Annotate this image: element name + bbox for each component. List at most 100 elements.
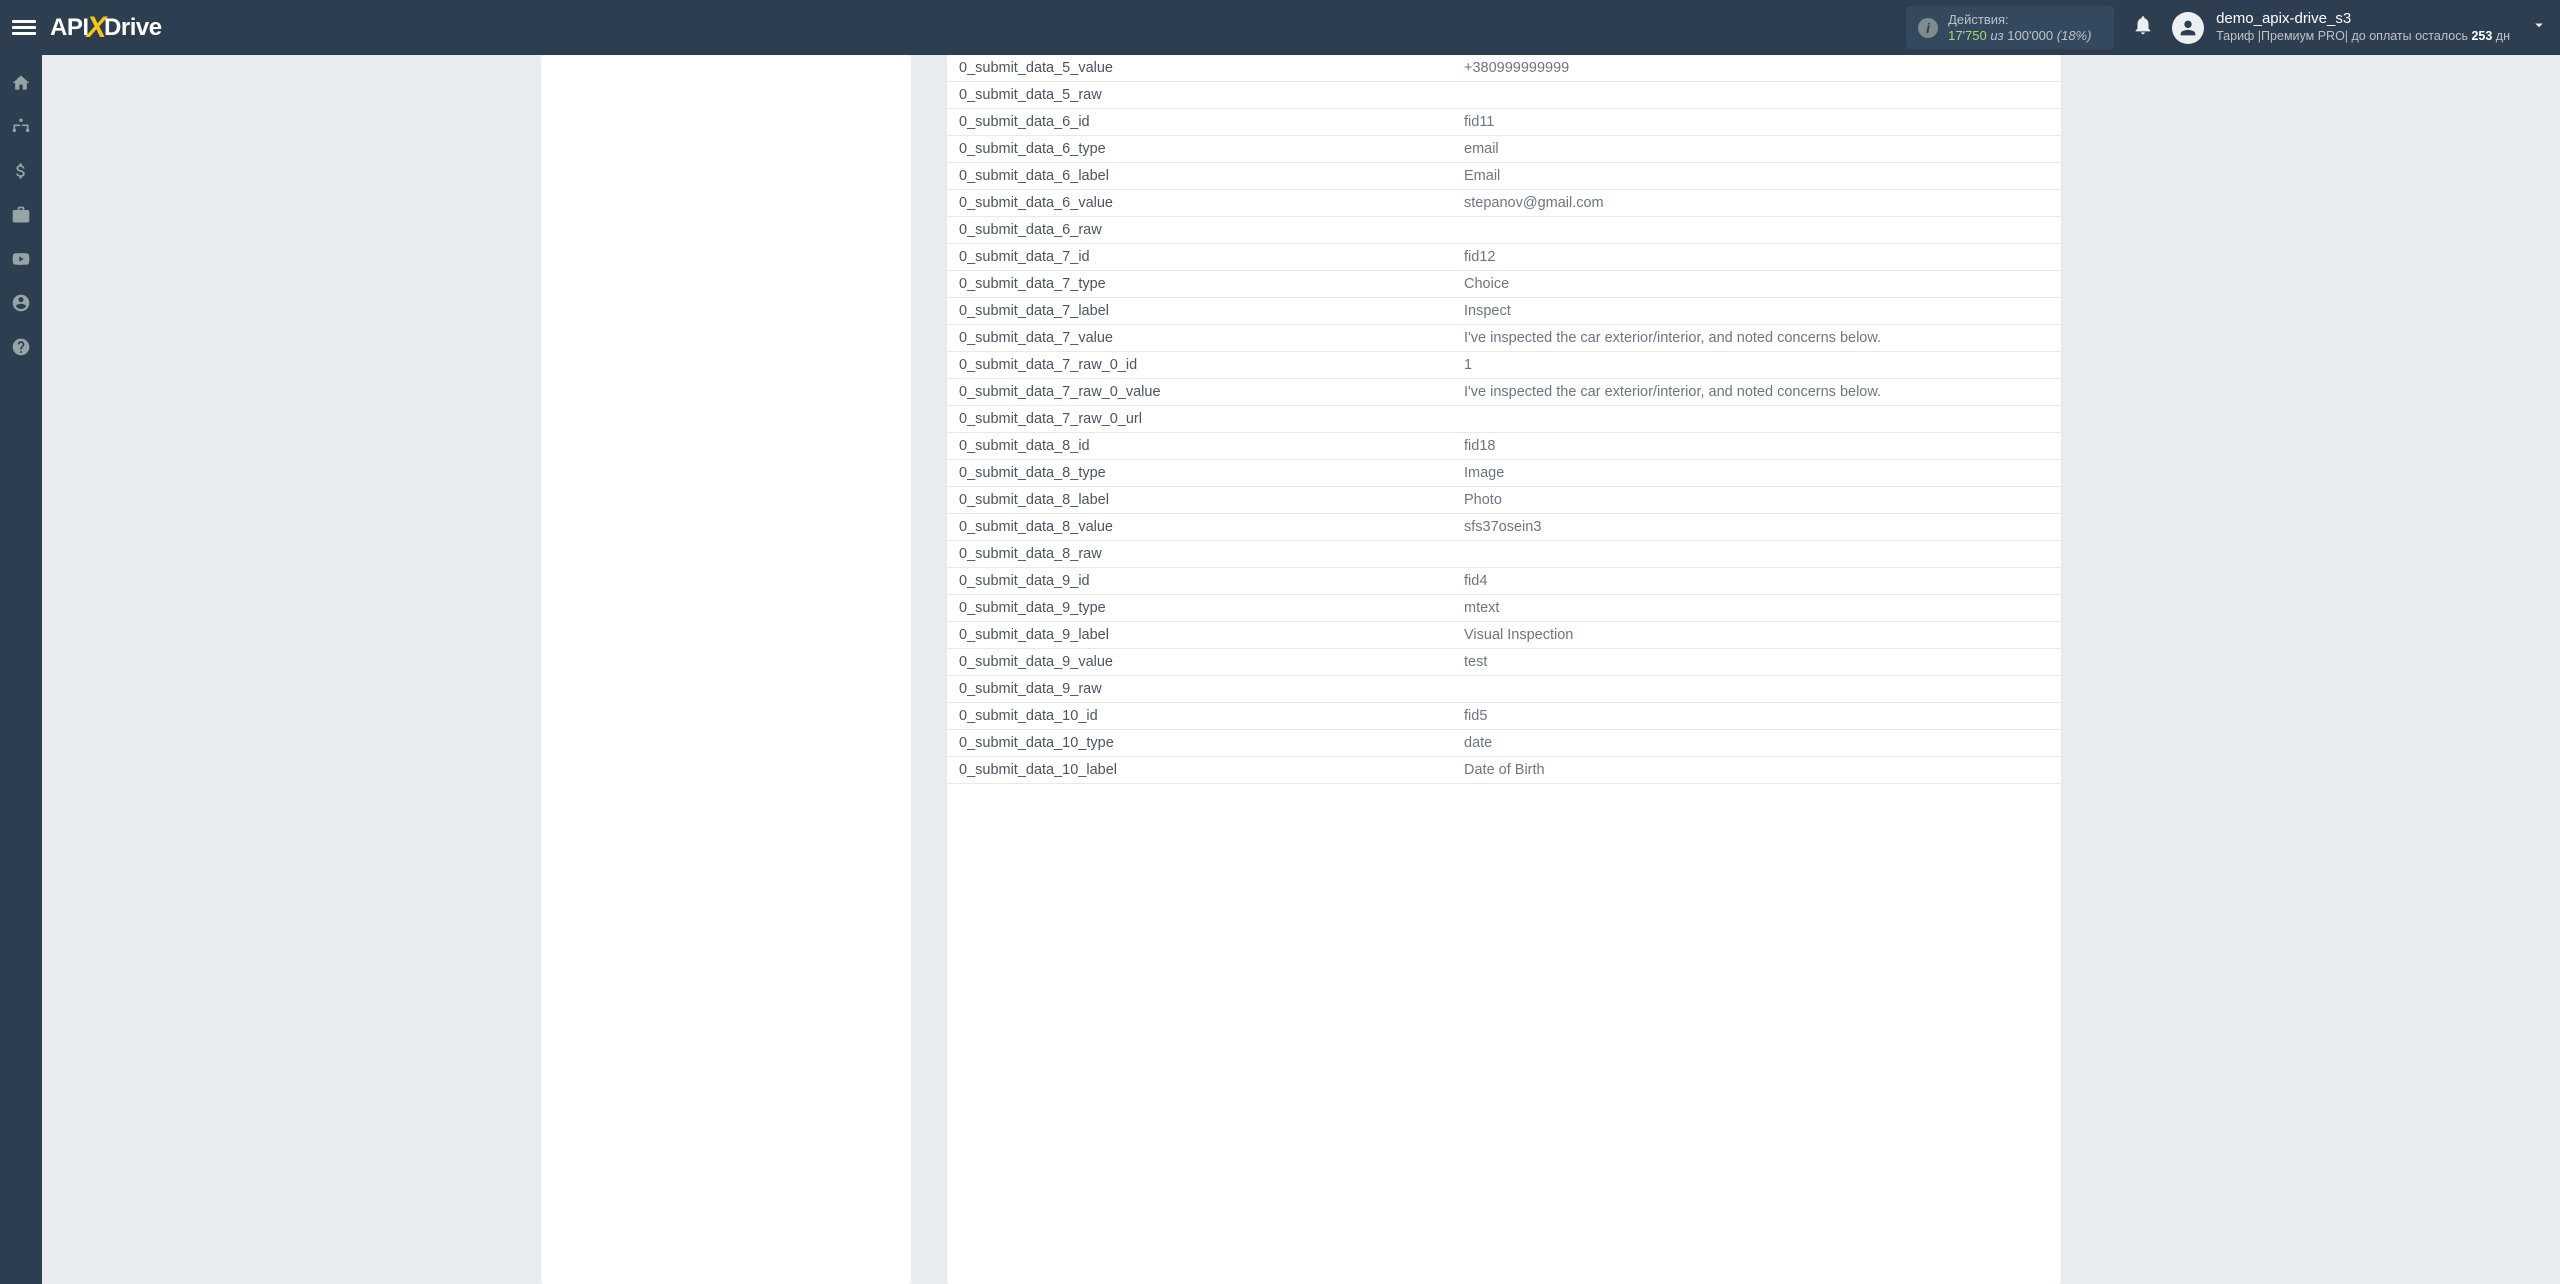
row-value: fid4 [1452,568,2061,595]
tariff-prefix: Тариф |Премиум PRO| до оплаты осталось [2216,29,2471,43]
row-key: 0_submit_data_8_label [947,487,1452,514]
table-row: 0_submit_data_7_typeChoice [947,271,2061,298]
row-key: 0_submit_data_6_raw [947,217,1452,244]
row-key: 0_submit_data_6_id [947,109,1452,136]
actions-stats: 17'750 из 100'000 (18%) [1948,28,2098,43]
row-value: I've inspected the car exterior/interior… [1452,379,2061,406]
user-menu[interactable]: demo_apix-drive_s3 Тариф |Премиум PRO| д… [2172,10,2548,44]
actions-label: Действия: [1948,12,2098,28]
sidebar-billing[interactable] [0,157,42,185]
table-row: 0_submit_data_10_typedate [947,730,2061,757]
sidebar-video[interactable] [0,245,42,273]
tariff-days: 253 [2471,29,2492,43]
row-value: Image [1452,460,2061,487]
row-value [1452,676,2061,703]
notifications-icon[interactable] [2132,14,2154,41]
row-key: 0_submit_data_7_label [947,298,1452,325]
row-value: stepanov@gmail.com [1452,190,2061,217]
hamburger-menu-icon[interactable] [12,16,36,40]
chevron-down-icon [2530,16,2548,39]
sidebar-help[interactable] [0,333,42,361]
row-value: Email [1452,163,2061,190]
avatar-icon [2172,12,2204,44]
app-header: API X Drive i Действия: 17'750 из 100'00… [0,0,2560,55]
row-value: sfs37osein3 [1452,514,2061,541]
row-value: Choice [1452,271,2061,298]
table-row: 0_submit_data_8_typeImage [947,460,2061,487]
table-row: 0_submit_data_9_raw [947,676,2061,703]
table-row: 0_submit_data_6_raw [947,217,2061,244]
logo-text-post: Drive [104,14,162,42]
table-row: 0_submit_data_6_labelEmail [947,163,2061,190]
row-key: 0_submit_data_8_raw [947,541,1452,568]
table-row: 0_submit_data_9_labelVisual Inspection [947,622,2061,649]
actions-percent: (18%) [2057,28,2092,43]
row-key: 0_submit_data_7_raw_0_url [947,406,1452,433]
row-value: email [1452,136,2061,163]
row-key: 0_submit_data_5_raw [947,82,1452,109]
table-row: 0_submit_data_9_valuetest [947,649,2061,676]
table-row: 0_submit_data_7_labelInspect [947,298,2061,325]
row-value: mtext [1452,595,2061,622]
row-key: 0_submit_data_10_label [947,757,1452,784]
row-key: 0_submit_data_6_value [947,190,1452,217]
table-row: 0_submit_data_9_typemtext [947,595,2061,622]
table-row: 0_submit_data_7_raw_0_id1 [947,352,2061,379]
row-value: Photo [1452,487,2061,514]
row-value [1452,541,2061,568]
table-row: 0_submit_data_5_raw [947,82,2061,109]
row-key: 0_submit_data_8_id [947,433,1452,460]
app-logo[interactable]: API X Drive [50,11,162,45]
sidebar-work[interactable] [0,201,42,229]
table-row: 0_submit_data_8_idfid18 [947,433,2061,460]
row-key: 0_submit_data_8_type [947,460,1452,487]
main-content: 0_submit_data_5_value+3809999999990_subm… [42,55,2560,1284]
row-key: 0_submit_data_8_value [947,514,1452,541]
actions-of: из [1990,28,2003,43]
user-name: demo_apix-drive_s3 [2216,10,2510,29]
row-key: 0_submit_data_7_type [947,271,1452,298]
row-value: fid5 [1452,703,2061,730]
row-key: 0_submit_data_5_value [947,55,1452,82]
row-key: 0_submit_data_7_id [947,244,1452,271]
sidebar-account[interactable] [0,289,42,317]
row-value: I've inspected the car exterior/interior… [1452,325,2061,352]
table-row: 0_submit_data_10_labelDate of Birth [947,757,2061,784]
actions-total: 100'000 [2007,28,2053,43]
row-value: Visual Inspection [1452,622,2061,649]
actions-used: 17'750 [1948,28,1987,43]
actions-counter[interactable]: i Действия: 17'750 из 100'000 (18%) [1906,6,2114,49]
left-panel [541,55,911,1284]
sidebar [0,55,42,1284]
row-value [1452,82,2061,109]
row-value: fid18 [1452,433,2061,460]
row-key: 0_submit_data_7_raw_0_value [947,379,1452,406]
table-row: 0_submit_data_7_raw_0_url [947,406,2061,433]
table-row: 0_submit_data_6_typeemail [947,136,2061,163]
table-row: 0_submit_data_7_raw_0_valueI've inspecte… [947,379,2061,406]
table-row: 0_submit_data_8_raw [947,541,2061,568]
row-value: 1 [1452,352,2061,379]
table-row: 0_submit_data_8_labelPhoto [947,487,2061,514]
row-key: 0_submit_data_9_value [947,649,1452,676]
sidebar-home[interactable] [0,69,42,97]
row-value: Date of Birth [1452,757,2061,784]
row-key: 0_submit_data_10_type [947,730,1452,757]
table-row: 0_submit_data_7_idfid12 [947,244,2061,271]
data-panel: 0_submit_data_5_value+3809999999990_subm… [947,55,2061,1284]
row-key: 0_submit_data_9_id [947,568,1452,595]
row-key: 0_submit_data_6_type [947,136,1452,163]
table-row: 0_submit_data_5_value+380999999999 [947,55,2061,82]
row-value: fid11 [1452,109,2061,136]
table-row: 0_submit_data_10_idfid5 [947,703,2061,730]
row-value [1452,217,2061,244]
table-row: 0_submit_data_6_idfid11 [947,109,2061,136]
sidebar-connections[interactable] [0,113,42,141]
row-key: 0_submit_data_9_raw [947,676,1452,703]
row-key: 0_submit_data_9_type [947,595,1452,622]
row-key: 0_submit_data_9_label [947,622,1452,649]
row-value: +380999999999 [1452,55,2061,82]
logo-text-pre: API [50,14,89,42]
row-value: test [1452,649,2061,676]
table-row: 0_submit_data_8_valuesfs37osein3 [947,514,2061,541]
